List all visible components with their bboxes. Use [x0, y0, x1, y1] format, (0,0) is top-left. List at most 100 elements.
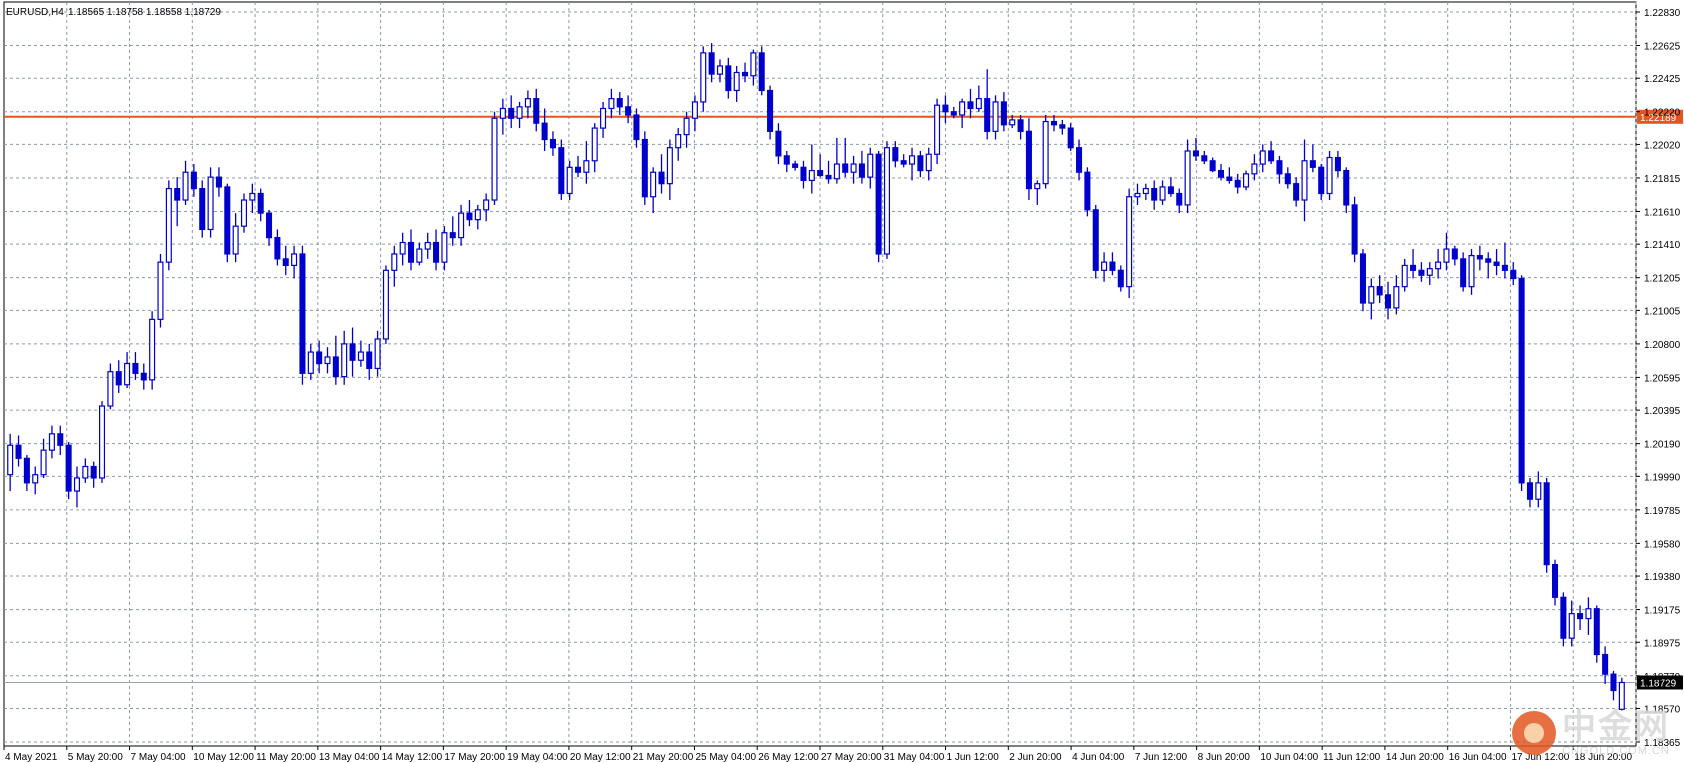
candle	[658, 154, 665, 194]
candle	[516, 101, 523, 129]
candle	[1560, 592, 1567, 647]
candle-body-bull	[1368, 286, 1375, 304]
candle	[1476, 245, 1483, 271]
candle	[1201, 150, 1208, 165]
symbol-label: EURUSD,H4	[6, 7, 64, 18]
candle-body-bull	[1435, 261, 1442, 270]
candle	[984, 69, 991, 140]
candle	[800, 160, 807, 189]
candle-body-bull	[833, 163, 840, 180]
candle-body-bear	[767, 89, 774, 132]
candle-body-bear	[1151, 187, 1158, 201]
candle-body-bear	[316, 351, 323, 365]
candle	[240, 193, 248, 233]
candle-body-bear	[1076, 147, 1083, 173]
x-tick-label: 7 May 04:00	[131, 752, 186, 763]
candle	[625, 95, 632, 124]
candle	[433, 229, 440, 271]
x-tick-label: 5 May 20:00	[68, 752, 123, 763]
candle-body-bear	[1560, 596, 1567, 639]
candle	[15, 435, 22, 467]
candle-body-bull	[1134, 192, 1141, 198]
candle-body-bear	[817, 169, 824, 177]
candle-body-bear	[1109, 261, 1116, 271]
candle	[207, 167, 214, 238]
candle-body-bull	[307, 351, 314, 374]
candle-body-bear	[942, 104, 949, 113]
candle	[1134, 183, 1141, 205]
candle	[1351, 196, 1358, 263]
watermark-url: CNGOLD.COM.CN	[1562, 745, 1670, 757]
candle-body-bull	[1618, 681, 1625, 710]
candle	[1593, 605, 1600, 663]
candle	[140, 363, 147, 390]
y-tick-label: 1.19175	[1644, 606, 1681, 617]
candle-body-bear	[1201, 155, 1208, 162]
candle-body-bull	[1401, 264, 1408, 288]
y-tick-label: 1.19990	[1644, 472, 1681, 483]
candle-body-bear	[1017, 119, 1024, 132]
candle	[1276, 155, 1283, 184]
candle	[1468, 249, 1475, 295]
candle	[767, 85, 774, 140]
candle-body-bear	[1084, 171, 1091, 211]
candle-body-bull	[240, 199, 248, 227]
candle-body-bear	[266, 212, 273, 239]
candle	[1334, 150, 1341, 178]
candle-body-bear	[1318, 166, 1325, 195]
candle-body-bull	[357, 351, 364, 361]
candle-body-bear	[1602, 653, 1609, 675]
candle	[299, 245, 306, 385]
candle	[40, 438, 47, 478]
candle-body-bear	[1284, 173, 1291, 185]
candle-body-bear	[1376, 286, 1383, 296]
candle	[1518, 275, 1525, 492]
candle	[917, 150, 924, 178]
candle	[1551, 559, 1559, 606]
candle-body-bear	[65, 444, 72, 492]
candle	[909, 147, 916, 181]
candle	[758, 46, 765, 96]
candle-body-bull	[149, 318, 156, 381]
candle-body-bear	[1217, 169, 1225, 178]
candle	[1042, 115, 1049, 189]
candle	[416, 242, 423, 266]
candle-body-bear	[616, 98, 623, 108]
chart-grid	[3, 1, 1637, 747]
candle-body-bear	[549, 138, 556, 149]
candle-body-bull	[1535, 482, 1542, 500]
candle	[407, 229, 415, 271]
candle-body-bear	[140, 372, 147, 381]
price-chart[interactable]: 1.221891.18729 1.228301.226251.224251.22…	[0, 0, 1684, 763]
candle	[224, 183, 231, 263]
candle	[959, 98, 966, 129]
candle	[382, 265, 389, 344]
candle	[48, 425, 55, 459]
candle-body-bear	[15, 444, 22, 459]
y-tick-label: 1.21205	[1644, 274, 1681, 285]
candle	[558, 139, 565, 201]
candle-body-bull	[382, 269, 389, 340]
y-tick-label: 1.19785	[1644, 506, 1681, 517]
candle-body-bull	[608, 98, 615, 110]
candle-body-bear	[366, 351, 373, 370]
candle-body-bear	[658, 171, 665, 185]
candle-body-bull	[48, 433, 55, 451]
candle	[107, 363, 114, 410]
candle-body-bear	[1410, 264, 1417, 271]
candle-body-bear	[508, 107, 515, 119]
candle-body-bear	[800, 166, 807, 181]
candle	[1418, 262, 1425, 282]
candle	[591, 123, 598, 173]
candle-body-bull	[416, 248, 423, 263]
candle-body-bear	[1485, 258, 1492, 263]
candle	[1610, 670, 1617, 701]
candle-body-bull	[650, 171, 657, 198]
x-tick-label: 27 May 20:00	[821, 752, 882, 763]
candle	[741, 62, 749, 83]
candle-body-bear	[466, 212, 473, 221]
candle	[708, 43, 715, 83]
candle	[341, 330, 348, 385]
candle-body-bull	[716, 65, 723, 75]
x-tick-label: 10 Jun 04:00	[1260, 752, 1318, 763]
